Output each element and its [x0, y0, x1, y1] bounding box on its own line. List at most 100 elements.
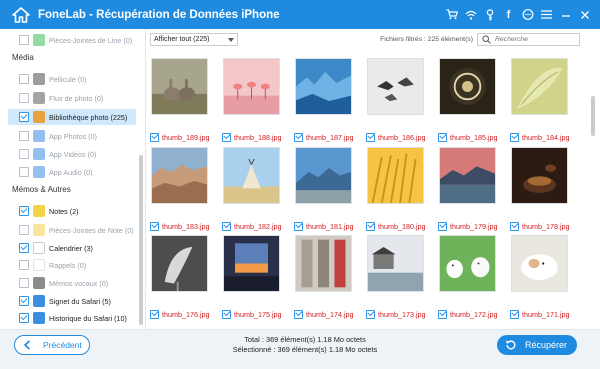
thumbnail-checkbox[interactable] — [222, 132, 231, 142]
sidebar-item[interactable]: Flux de photo (0) — [19, 90, 103, 106]
thumbnail-item[interactable]: thumb_188.jpg — [220, 58, 282, 142]
grid-scrollbar[interactable] — [591, 96, 595, 136]
sidebar-item[interactable]: Rappels (0) — [19, 257, 86, 273]
thumbnail-checkbox[interactable] — [438, 132, 447, 142]
sidebar-item[interactable]: Pièces-Jointes de Line (0) — [19, 32, 132, 48]
sidebar-item-checkbox[interactable] — [19, 131, 29, 141]
wifi-icon[interactable] — [463, 7, 478, 22]
sidebar-item[interactable]: Signet du Safari (5) — [19, 293, 111, 309]
thumbnail-checkbox[interactable] — [222, 221, 231, 231]
thumbnail-checkbox[interactable] — [222, 309, 231, 319]
thumbnail-checkbox[interactable] — [438, 309, 447, 319]
thumbnail-image[interactable] — [511, 147, 568, 204]
sidebar-item-checkbox[interactable] — [19, 167, 29, 177]
thumbnail-item[interactable]: thumb_172.jpg — [436, 235, 498, 319]
sidebar-item[interactable]: App Photos (0) — [19, 128, 97, 144]
thumbnail-item[interactable]: thumb_171.jpg — [508, 235, 570, 319]
thumbnail-image[interactable] — [295, 58, 352, 115]
minimize-icon[interactable] — [558, 7, 573, 22]
facebook-icon[interactable]: f — [501, 7, 516, 22]
thumbnail-image[interactable] — [151, 147, 208, 204]
search-input[interactable] — [495, 36, 575, 43]
thumbnail-checkbox[interactable] — [294, 132, 303, 142]
thumbnail-item[interactable]: thumb_178.jpg — [508, 147, 570, 231]
sidebar-item-checkbox[interactable] — [19, 206, 29, 216]
thumbnail-checkbox[interactable] — [438, 221, 447, 231]
thumbnail-image[interactable] — [151, 58, 208, 115]
sidebar-item-checkbox[interactable] — [19, 278, 29, 288]
thumbnail-image[interactable] — [295, 147, 352, 204]
thumbnail-checkbox[interactable] — [294, 309, 303, 319]
thumbnail-item[interactable]: thumb_174.jpg — [292, 235, 354, 319]
menu-icon[interactable] — [539, 7, 554, 22]
sidebar-item-checkbox[interactable] — [19, 296, 29, 306]
thumbnail-item[interactable]: thumb_176.jpg — [148, 235, 210, 319]
thumbnail-item[interactable]: thumb_183.jpg — [148, 147, 210, 231]
thumbnail-checkbox[interactable] — [150, 132, 159, 142]
sidebar-item-checkbox[interactable] — [19, 74, 29, 84]
sidebar-scrollbar[interactable] — [139, 155, 143, 325]
thumbnail-image[interactable] — [511, 58, 568, 115]
recover-button[interactable]: Récupérer — [497, 335, 577, 355]
thumbnail-item[interactable]: thumb_180.jpg — [364, 147, 426, 231]
thumbnail-image[interactable] — [439, 235, 496, 292]
thumbnail-checkbox[interactable] — [366, 221, 375, 231]
sidebar-item-checkbox[interactable] — [19, 112, 29, 122]
thumbnail-checkbox[interactable] — [510, 221, 519, 231]
key-icon[interactable] — [482, 7, 497, 22]
filter-dropdown[interactable]: Afficher tout (225) — [150, 33, 238, 46]
thumbnail-image[interactable] — [223, 235, 280, 292]
cart-icon[interactable] — [444, 7, 459, 22]
thumbnail-item[interactable]: thumb_187.jpg — [292, 58, 354, 142]
sidebar-item[interactable]: Mémos vocaux (0) — [19, 275, 108, 291]
thumbnail-image[interactable] — [151, 235, 208, 292]
sidebar-item[interactable]: Bibliothèque photo (225) — [8, 109, 136, 125]
previous-button[interactable]: Précédent — [14, 335, 90, 355]
sidebar-item[interactable]: Historique du Safari (10) — [19, 310, 127, 326]
sidebar-item-checkbox[interactable] — [19, 260, 29, 270]
thumbnail-item[interactable]: thumb_175.jpg — [220, 235, 282, 319]
thumbnail-image[interactable] — [295, 235, 352, 292]
thumbnail-image[interactable] — [439, 58, 496, 115]
sidebar-item[interactable]: Calendrier (3) — [19, 240, 93, 256]
thumbnail-item[interactable]: thumb_181.jpg — [292, 147, 354, 231]
thumbnail-image[interactable] — [367, 235, 424, 292]
thumbnail-image[interactable] — [223, 147, 280, 204]
sidebar-item-checkbox[interactable] — [19, 225, 29, 235]
thumbnail-checkbox[interactable] — [294, 221, 303, 231]
thumbnail-item[interactable]: thumb_173.jpg — [364, 235, 426, 319]
thumbnail-item[interactable]: thumb_186.jpg — [364, 58, 426, 142]
thumbnail-image[interactable] — [223, 58, 280, 115]
chat-icon[interactable] — [520, 7, 535, 22]
sidebar-item[interactable]: Pièces-Jointes de Note (0) — [19, 222, 134, 238]
photo-stream-icon — [33, 92, 45, 104]
thumbnail-checkbox[interactable] — [510, 132, 519, 142]
thumbnail-image[interactable] — [511, 235, 568, 292]
sidebar-item-checkbox[interactable] — [19, 313, 29, 323]
sidebar-item-checkbox[interactable] — [19, 243, 29, 253]
thumbnail-checkbox[interactable] — [150, 309, 159, 319]
thumbnail-checkbox[interactable] — [366, 132, 375, 142]
home-icon[interactable] — [10, 5, 32, 25]
sidebar-item-checkbox[interactable] — [19, 35, 29, 45]
thumbnail-checkbox[interactable] — [510, 309, 519, 319]
thumbnail-image[interactable] — [367, 58, 424, 115]
sidebar-item-checkbox[interactable] — [19, 93, 29, 103]
search-box[interactable] — [477, 33, 580, 46]
thumbnail-checkbox[interactable] — [150, 221, 159, 231]
thumbnail-item[interactable]: thumb_185.jpg — [436, 58, 498, 142]
sidebar-item[interactable]: App Vidéos (0) — [19, 146, 96, 162]
sidebar-item-checkbox[interactable] — [19, 149, 29, 159]
thumbnail-checkbox[interactable] — [366, 309, 375, 319]
sidebar-item[interactable]: Pellicule (0) — [19, 71, 87, 87]
close-icon[interactable] — [577, 7, 592, 22]
sidebar-item[interactable]: App Audio (0) — [19, 164, 93, 180]
thumbnail-item[interactable]: thumb_184.jpg — [508, 58, 570, 142]
sidebar-item[interactable]: Notes (2) — [19, 203, 79, 219]
thumbnail-item[interactable]: thumb_189.jpg — [148, 58, 210, 142]
thumbnail-image[interactable] — [439, 147, 496, 204]
thumbnail-item[interactable]: thumb_182.jpg — [220, 147, 282, 231]
thumbnail-image[interactable] — [367, 147, 424, 204]
thumbnail-item[interactable]: thumb_179.jpg — [436, 147, 498, 231]
thumbnail-filename: thumb_181.jpg — [306, 221, 354, 231]
